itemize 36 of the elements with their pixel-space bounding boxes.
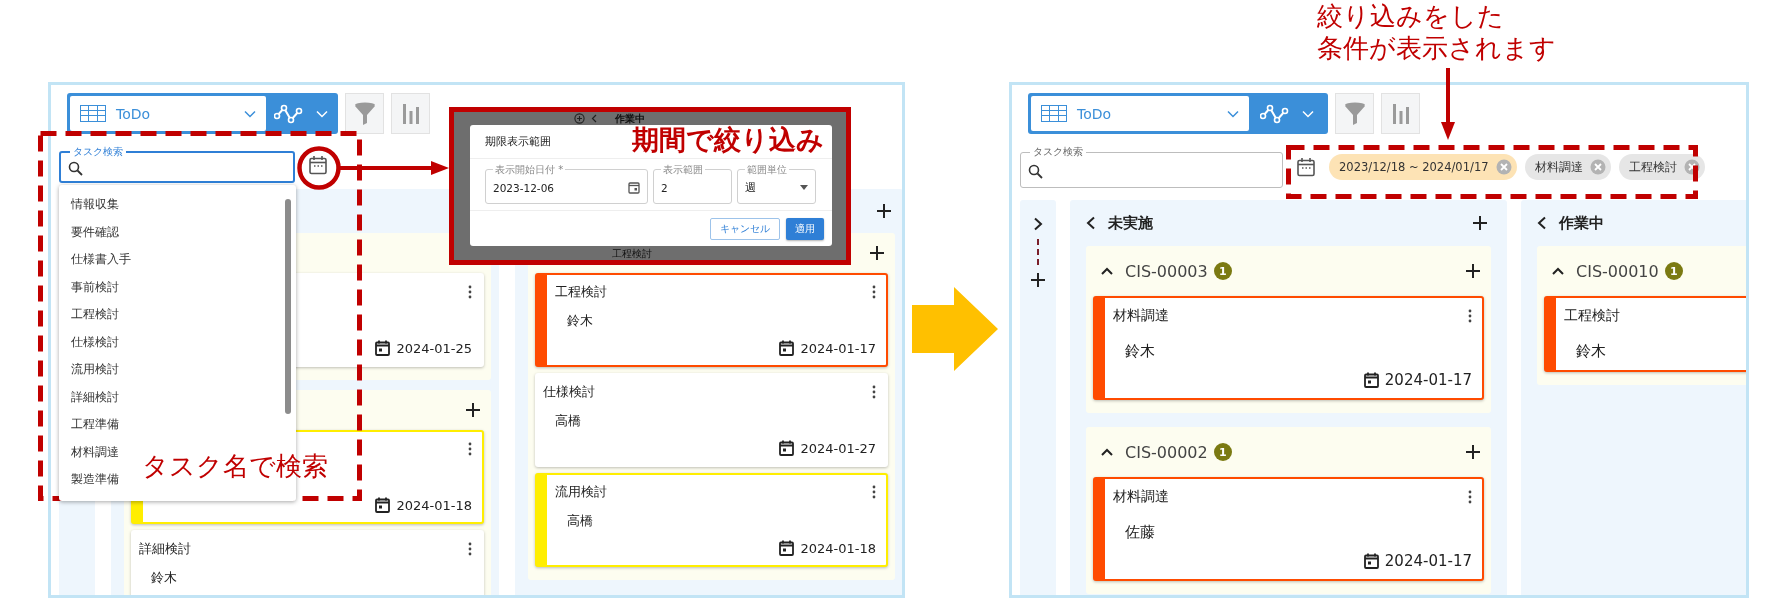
- task-title: 工程検討: [555, 283, 607, 301]
- group-title: CIS-00010: [1576, 261, 1659, 281]
- column-title: 作業中: [1559, 213, 1604, 233]
- callout-text: 期間で絞り込み: [632, 124, 824, 157]
- callout-text: 条件が表示されます: [1317, 32, 1556, 64]
- task-title: 工程検討: [1564, 307, 1620, 325]
- assignee-name: 高橋: [567, 512, 593, 530]
- task-title: 流用検討: [555, 483, 607, 501]
- callout-text: 絞り込みをした: [1317, 0, 1505, 32]
- assignee-name: 鈴木: [567, 312, 593, 330]
- assignee-name: 鈴木: [1576, 341, 1606, 361]
- due-date: 2024-01-17: [800, 340, 876, 356]
- due-date: 2024-01-17: [1384, 552, 1472, 570]
- assignee-name: 佐藤: [1125, 522, 1155, 542]
- task-title: 詳細検討: [139, 540, 191, 558]
- task-title: 材料調達: [1113, 488, 1169, 506]
- due-date: 2024-01-17: [1384, 371, 1472, 389]
- task-title: 仕様検討: [543, 383, 595, 401]
- due-date: 2024-01-18: [800, 540, 876, 556]
- due-date: 2024-01-25: [396, 340, 472, 356]
- count-badge: 1: [1213, 443, 1232, 461]
- task-title: 材料調達: [1113, 307, 1169, 325]
- due-date: 2024-01-27: [800, 440, 876, 456]
- column-title: 未実施: [1108, 213, 1153, 233]
- count-badge: 1: [1213, 262, 1232, 280]
- group-title: CIS-00003: [1125, 261, 1208, 281]
- due-date: 2024-01-18: [396, 497, 472, 513]
- group-title: CIS-00002: [1125, 442, 1208, 462]
- column-title: 作業中: [615, 112, 645, 125]
- assignee-name: 高橋: [555, 412, 581, 430]
- assignee-name: 鈴木: [1125, 341, 1155, 361]
- callout-text: タスク名で検索: [142, 450, 328, 482]
- group-title: 工程検討: [612, 248, 652, 260]
- assignee-name: 鈴木: [151, 569, 177, 587]
- dialog-title: 期限表示範囲: [485, 134, 551, 149]
- count-badge: 1: [1664, 262, 1683, 280]
